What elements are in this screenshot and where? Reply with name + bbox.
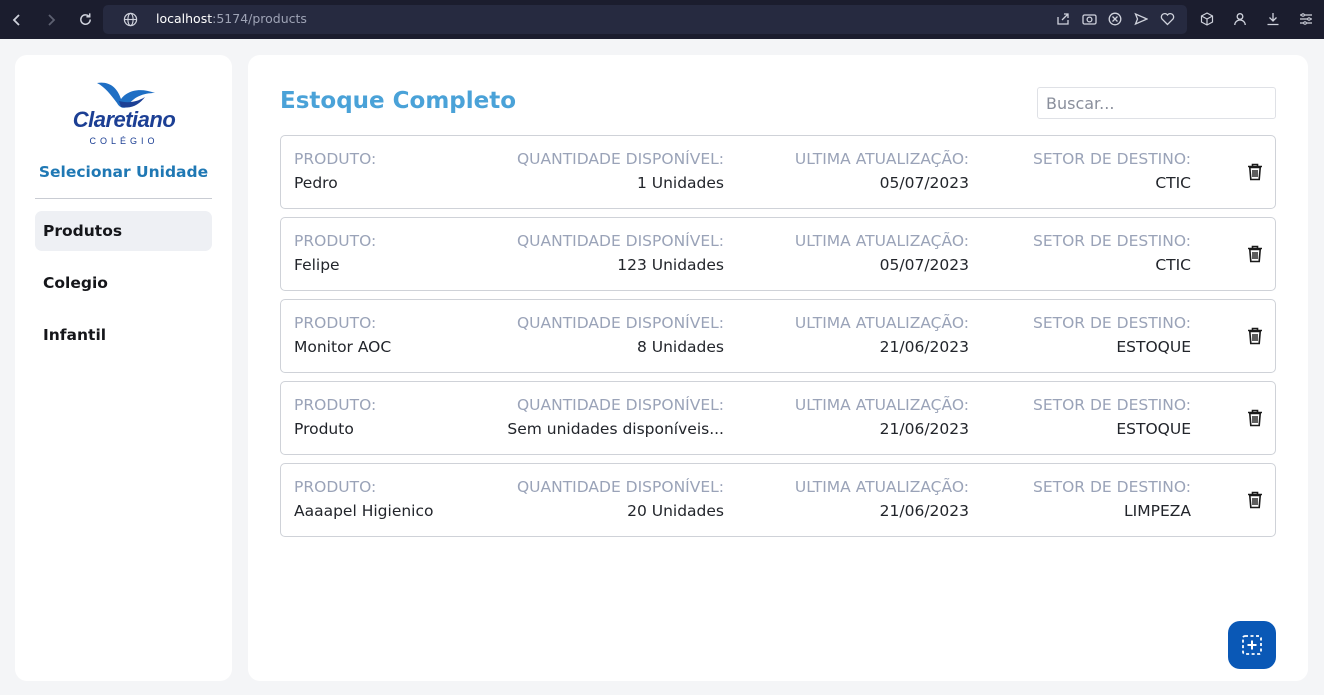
product-row[interactable]: PRODUTO: Aaaapel Higienico QUANTIDADE DI… <box>280 463 1276 537</box>
browser-toolbar: localhost:5174/products <box>0 0 1324 39</box>
url-text: localhost:5174/products <box>156 11 307 26</box>
logo-wordmark: Claretiano <box>72 107 176 132</box>
cube-icon[interactable] <box>1199 11 1215 27</box>
trash-icon[interactable] <box>1247 491 1263 509</box>
product-label: PRODUTO: <box>294 396 377 414</box>
product-name: Aaaapel Higienico <box>294 502 434 520</box>
claretiano-logo[interactable]: Claretiano COLÉGIO <box>69 77 179 149</box>
sidebar-item-produtos[interactable]: Produtos <box>35 211 212 251</box>
reload-icon[interactable] <box>68 0 102 39</box>
product-label: PRODUTO: <box>294 314 377 332</box>
back-icon[interactable] <box>0 0 34 39</box>
product-row[interactable]: PRODUTO: Monitor AOC QUANTIDADE DISPONÍV… <box>280 299 1276 373</box>
heart-icon[interactable] <box>1159 11 1175 27</box>
quantity-value: 20 Unidades <box>627 502 724 520</box>
sector-label: SETOR DE DESTINO: <box>1032 396 1191 414</box>
trash-icon[interactable] <box>1247 163 1263 181</box>
quantity-label: QUANTIDADE DISPONÍVEL: <box>516 478 724 496</box>
block-icon[interactable] <box>1107 11 1123 27</box>
sidebar-divider <box>35 198 212 199</box>
product-name: Felipe <box>294 256 340 274</box>
camera-icon[interactable] <box>1081 11 1097 27</box>
quantity-label: QUANTIDADE DISPONÍVEL: <box>516 314 724 332</box>
sector-value: ESTOQUE <box>1116 420 1191 438</box>
product-row[interactable]: PRODUTO: Pedro QUANTIDADE DISPONÍVEL: 1 … <box>280 135 1276 209</box>
sidebar: Claretiano COLÉGIO Selecionar Unidade Pr… <box>15 55 232 681</box>
forward-icon[interactable] <box>34 0 68 39</box>
product-label: PRODUTO: <box>294 478 377 496</box>
product-row[interactable]: PRODUTO: Felipe QUANTIDADE DISPONÍVEL: 1… <box>280 217 1276 291</box>
download-icon[interactable] <box>1265 11 1281 27</box>
add-icon <box>1242 635 1262 655</box>
updated-label: ULTIMA ATUALIZAÇÃO: <box>794 232 969 250</box>
updated-label: ULTIMA ATUALIZAÇÃO: <box>794 396 969 414</box>
profile-icon[interactable] <box>1232 11 1248 27</box>
address-bar[interactable]: localhost:5174/products <box>103 5 1187 34</box>
sector-value: CTIC <box>1155 256 1191 274</box>
quantity-value: 8 Unidades <box>636 338 724 356</box>
url-host: localhost <box>156 11 213 26</box>
product-name: Monitor AOC <box>294 338 392 356</box>
product-row[interactable]: PRODUTO: Produto QUANTIDADE DISPONÍVEL: … <box>280 381 1276 455</box>
product-name: Produto <box>294 420 354 438</box>
product-label: PRODUTO: <box>294 150 377 168</box>
trash-icon[interactable] <box>1247 409 1263 427</box>
updated-value: 21/06/2023 <box>879 502 969 520</box>
sector-label: SETOR DE DESTINO: <box>1032 150 1191 168</box>
add-product-button[interactable] <box>1228 621 1276 669</box>
trash-icon[interactable] <box>1247 245 1263 263</box>
logo-subtitle: COLÉGIO <box>89 136 159 146</box>
trash-icon[interactable] <box>1247 327 1263 345</box>
search-input[interactable] <box>1037 87 1276 119</box>
page-title: Estoque Completo <box>280 88 517 114</box>
quantity-label: QUANTIDADE DISPONÍVEL: <box>516 232 724 250</box>
quantity-label: QUANTIDADE DISPONÍVEL: <box>516 150 724 168</box>
updated-value: 05/07/2023 <box>879 256 969 274</box>
updated-value: 05/07/2023 <box>879 174 969 192</box>
url-path: :5174/products <box>212 11 307 26</box>
sector-label: SETOR DE DESTINO: <box>1032 314 1191 332</box>
sector-label: SETOR DE DESTINO: <box>1032 232 1191 250</box>
sector-label: SETOR DE DESTINO: <box>1032 478 1191 496</box>
updated-label: ULTIMA ATUALIZAÇÃO: <box>794 314 969 332</box>
sidebar-item-colegio[interactable]: Colegio <box>35 263 212 303</box>
quantity-value: 1 Unidades <box>636 174 724 192</box>
quantity-value: 123 Unidades <box>617 256 724 274</box>
menu-icon[interactable] <box>1298 11 1314 27</box>
sidebar-item-infantil[interactable]: Infantil <box>35 315 212 355</box>
sector-value: LIMPEZA <box>1124 502 1191 520</box>
main-panel: Estoque Completo PRODUTO: Pedro QUANTIDA… <box>248 55 1308 681</box>
updated-label: ULTIMA ATUALIZAÇÃO: <box>794 478 969 496</box>
select-unit-heading[interactable]: Selecionar Unidade <box>15 163 232 181</box>
sector-value: ESTOQUE <box>1116 338 1191 356</box>
share-icon[interactable] <box>1055 11 1071 27</box>
quantity-label: QUANTIDADE DISPONÍVEL: <box>516 396 724 414</box>
quantity-value: Sem unidades disponíveis... <box>507 420 724 438</box>
send-icon[interactable] <box>1133 11 1149 27</box>
product-label: PRODUTO: <box>294 232 377 250</box>
updated-value: 21/06/2023 <box>879 338 969 356</box>
updated-label: ULTIMA ATUALIZAÇÃO: <box>794 150 969 168</box>
product-name: Pedro <box>294 174 338 192</box>
sector-value: CTIC <box>1155 174 1191 192</box>
globe-icon <box>123 12 138 31</box>
updated-value: 21/06/2023 <box>879 420 969 438</box>
